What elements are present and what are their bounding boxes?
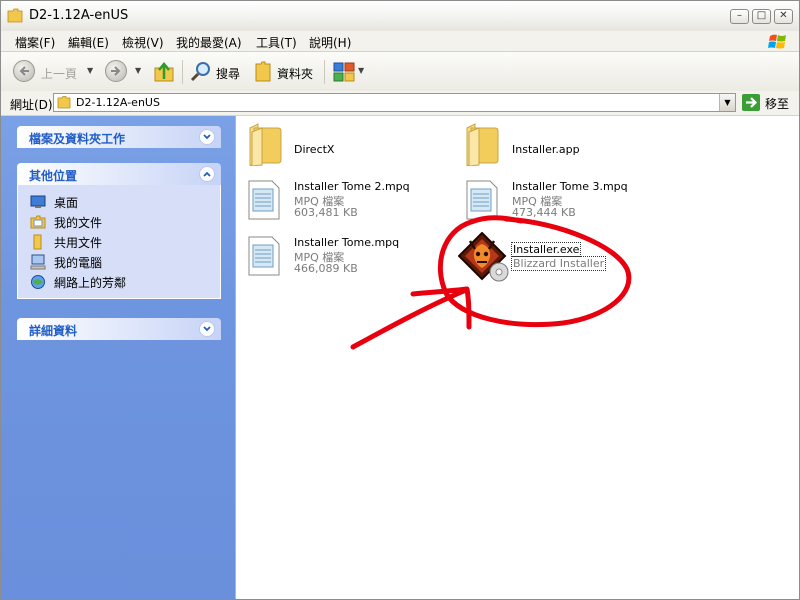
- file-name: Installer.app: [512, 143, 580, 156]
- menu-tools[interactable]: 工具(T): [256, 34, 297, 51]
- file-list: DirectX Installer.app Installer Tome 2.m…: [235, 116, 799, 599]
- place-desktop[interactable]: 桌面: [18, 192, 220, 212]
- file-tasks-panel: 檔案及資料夾工作: [17, 126, 221, 148]
- mpq-file-icon: [466, 180, 498, 220]
- file-item-installer-tome-3[interactable]: Installer Tome 3.mpq MPQ 檔案 473,444 KB: [464, 179, 664, 227]
- search-button[interactable]: 搜尋: [216, 65, 240, 82]
- file-item-directx[interactable]: DirectX: [244, 122, 424, 172]
- up-folder-icon[interactable]: [153, 61, 175, 83]
- views-icon[interactable]: [333, 62, 355, 82]
- address-label: 網址(D): [10, 98, 53, 112]
- place-shared-documents[interactable]: 共用文件: [18, 232, 220, 252]
- file-tasks-title: 檔案及資料夾工作: [29, 132, 126, 146]
- search-icon[interactable]: [190, 61, 212, 83]
- file-size: 603,481 KB: [294, 206, 358, 219]
- file-item-installer-tome-2[interactable]: Installer Tome 2.mpq MPQ 檔案 603,481 KB: [246, 179, 446, 227]
- place-my-documents[interactable]: 我的文件: [18, 212, 220, 232]
- folders-icon[interactable]: [254, 61, 272, 83]
- go-arrow-icon[interactable]: [742, 94, 760, 111]
- toolbar: 上一頁 ▼ ▼ 搜尋 資料夾 ▼: [1, 52, 799, 92]
- menu-edit[interactable]: 編輯(E): [68, 34, 109, 51]
- menu-help[interactable]: 說明(H): [309, 34, 351, 51]
- maximize-button[interactable]: □: [752, 9, 771, 24]
- diablo-installer-icon: [458, 232, 509, 282]
- back-arrow-icon: [19, 66, 29, 76]
- address-dropdown-icon[interactable]: ▼: [719, 94, 735, 111]
- other-places-title: 其他位置: [29, 169, 78, 183]
- place-network[interactable]: 網路上的芳鄰: [18, 272, 220, 292]
- folder-icon: [249, 123, 282, 166]
- file-tasks-header[interactable]: 檔案及資料夾工作: [17, 126, 221, 148]
- close-button[interactable]: ✕: [774, 9, 793, 24]
- details-header[interactable]: 詳細資料: [17, 318, 221, 340]
- minimize-button[interactable]: –: [730, 9, 749, 24]
- place-label: 網路上的芳鄰: [54, 276, 127, 290]
- mpq-file-icon: [248, 180, 280, 220]
- menu-view[interactable]: 檢視(V): [122, 34, 164, 51]
- forward-dropdown-icon[interactable]: ▼: [135, 66, 141, 75]
- forward-button[interactable]: [105, 60, 127, 82]
- go-button[interactable]: 移至: [765, 95, 789, 112]
- mpq-file-icon: [248, 236, 280, 276]
- other-places-header[interactable]: 其他位置: [17, 163, 221, 185]
- expand-chevron-icon[interactable]: [199, 129, 215, 145]
- place-label: 共用文件: [54, 236, 103, 250]
- network-places-icon: [31, 275, 45, 289]
- shared-documents-icon: [33, 234, 42, 250]
- toolbar-separator: [182, 60, 183, 84]
- back-dropdown-icon[interactable]: ▼: [87, 66, 93, 75]
- place-label: 我的文件: [54, 216, 103, 230]
- details-panel: 詳細資料: [17, 318, 221, 340]
- my-documents-icon: [30, 215, 46, 229]
- expand-chevron-icon[interactable]: [199, 321, 215, 337]
- file-name: Installer Tome 3.mpq: [512, 180, 628, 193]
- file-item-installer-exe[interactable]: Installer.exe Blizzard Installer: [458, 232, 658, 284]
- task-pane: 檔案及資料夾工作 其他位置 桌面 我的文件 共用文件 我的電腦 網路上的芳鄰 詳…: [1, 116, 235, 599]
- file-name: Installer Tome 2.mpq: [294, 180, 410, 193]
- back-label: 上一頁: [41, 67, 78, 81]
- file-type: Blizzard Installer: [511, 256, 607, 271]
- file-name: Installer Tome.mpq: [294, 236, 400, 249]
- back-button[interactable]: [13, 60, 35, 82]
- forward-arrow-icon: [111, 66, 121, 76]
- address-value: D2-1.12A-enUS: [76, 96, 160, 109]
- place-label: 桌面: [54, 196, 79, 210]
- folder-icon: [466, 123, 499, 166]
- file-name: DirectX: [294, 143, 335, 156]
- menu-file[interactable]: 檔案(F): [15, 34, 55, 51]
- folder-icon: [7, 8, 23, 23]
- toolbar-separator: [324, 60, 325, 84]
- explorer-window: D2-1.12A-enUS – □ ✕ 檔案(F) 編輯(E) 檢視(V) 我的…: [0, 0, 800, 600]
- address-bar: 網址(D) D2-1.12A-enUS ▼ 移至: [1, 91, 799, 116]
- windows-logo-icon: [768, 34, 786, 49]
- title-bar[interactable]: D2-1.12A-enUS – □ ✕: [1, 1, 799, 32]
- other-places-list: 桌面 我的文件 共用文件 我的電腦 網路上的芳鄰: [17, 185, 221, 299]
- desktop-icon: [30, 195, 46, 208]
- details-title: 詳細資料: [29, 324, 78, 338]
- folders-button[interactable]: 資料夾: [277, 65, 313, 82]
- address-input[interactable]: D2-1.12A-enUS ▼: [53, 93, 736, 112]
- file-size: 473,444 KB: [512, 206, 576, 219]
- place-label: 我的電腦: [54, 256, 103, 270]
- window-title: D2-1.12A-enUS: [29, 8, 129, 23]
- file-name: Installer.exe: [511, 242, 582, 257]
- file-item-installer-tome[interactable]: Installer Tome.mpq MPQ 檔案 466,089 KB: [246, 235, 446, 283]
- views-dropdown-icon[interactable]: ▼: [358, 66, 364, 75]
- menu-bar: 檔案(F) 編輯(E) 檢視(V) 我的最愛(A) 工具(T) 說明(H): [1, 31, 799, 52]
- place-my-computer[interactable]: 我的電腦: [18, 252, 220, 272]
- file-item-installer-app[interactable]: Installer.app: [461, 122, 661, 172]
- file-size: 466,089 KB: [294, 262, 358, 275]
- collapse-chevron-icon[interactable]: [199, 166, 215, 182]
- folder-icon: [57, 96, 71, 109]
- other-places-panel: 其他位置 桌面 我的文件 共用文件 我的電腦 網路上的芳鄰: [17, 163, 221, 299]
- my-computer-icon: [30, 254, 46, 270]
- menu-favorites[interactable]: 我的最愛(A): [176, 34, 242, 51]
